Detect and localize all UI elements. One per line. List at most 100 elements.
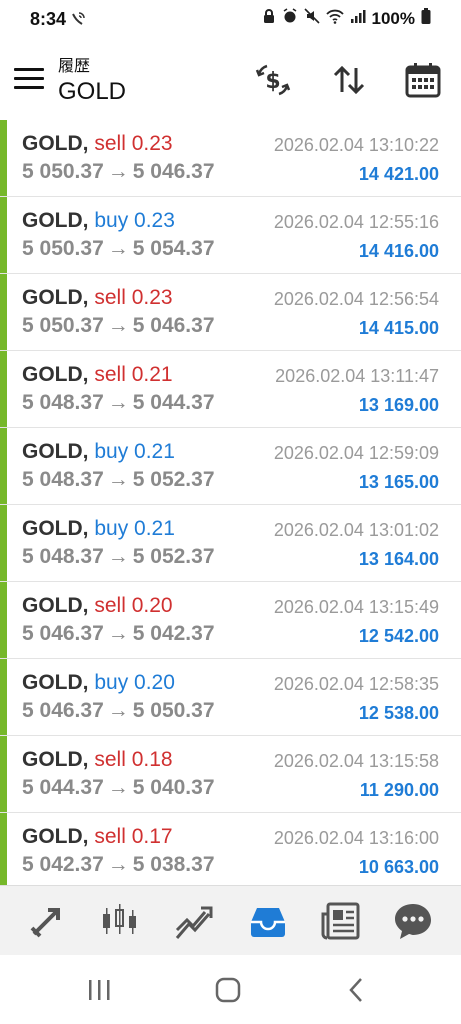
deal-title: GOLD, sell 0.20 — [22, 594, 173, 618]
deal-profit: 13 164.00 — [358, 549, 439, 569]
deal-symbol: GOLD, — [22, 132, 89, 155]
deal-row[interactable]: GOLD, buy 0.23 5 050.37 → 5 054.37 2026.02… — [0, 197, 461, 274]
deal-accent-bar — [0, 197, 7, 273]
quotes-icon — [30, 908, 60, 938]
deal-accent-bar — [0, 428, 7, 504]
deal-type: sell — [94, 286, 126, 309]
deal-profit: 10 663.00 — [358, 857, 439, 877]
deal-row[interactable]: GOLD, sell 0.23 5 050.37 → 5 046.37 2026.0… — [0, 120, 461, 197]
deal-close-price: 5 050.37 — [132, 699, 215, 722]
nav-trade[interactable] — [173, 900, 215, 942]
deal-accent-bar — [0, 582, 7, 658]
deal-time: 2026.02.04 12:59:09 — [273, 443, 439, 463]
deal-row[interactable]: GOLD, sell 0.20 5 046.37 → 5 042.37 2026.0… — [0, 582, 461, 659]
deal-prices: 5 048.37 → 5 052.37 — [22, 545, 215, 569]
status-time: 8:34 — [30, 9, 67, 29]
deal-profit: 14 415.00 — [358, 318, 439, 338]
deal-open-price: 5 048.37 — [22, 468, 104, 491]
lock-icon — [262, 8, 276, 29]
home-icon — [215, 977, 241, 1003]
recent-apps-button[interactable] — [84, 975, 114, 1005]
deal-volume: 0.23 — [134, 209, 175, 232]
price-arrow-icon: → — [107, 468, 129, 491]
deal-prices: 5 048.37 → 5 044.37 — [22, 391, 215, 415]
deal-close-price: 5 052.37 — [132, 545, 215, 568]
deal-row[interactable]: GOLD, buy 0.21 5 048.37 → 5 052.37 2026.02… — [0, 428, 461, 505]
deal-profit: 14 421.00 — [358, 164, 439, 184]
recent-apps-icon — [89, 980, 110, 1000]
deal-close-price: 5 054.37 — [132, 237, 215, 260]
menu-bar-line — [14, 68, 44, 71]
deal-volume: 0.23 — [131, 132, 173, 155]
deal-type: sell — [94, 594, 126, 617]
deal-profit: 13 169.00 — [358, 395, 439, 415]
deal-title: GOLD, buy 0.21 — [22, 440, 175, 464]
deal-row[interactable]: GOLD, buy 0.21 5 048.37 → 5 052.37 2026.02… — [0, 505, 461, 582]
nav-history[interactable] — [247, 900, 289, 942]
deal-row[interactable]: GOLD, sell 0.17 5 042.37 → 5 038.37 2026.0… — [0, 813, 461, 885]
bottom-nav — [0, 885, 461, 956]
deal-time: 2026.02.04 12:58:35 — [273, 674, 439, 694]
deal-title: GOLD, sell 0.21 — [22, 363, 173, 387]
deal-accent-bar — [0, 505, 7, 581]
deal-title: GOLD, buy 0.23 — [22, 209, 175, 233]
menu-button[interactable] — [14, 68, 44, 92]
mute-icon — [303, 8, 320, 29]
deposit-withdraw-button[interactable]: $ — [253, 60, 293, 100]
deal-time: 2026.02.04 13:15:58 — [273, 751, 439, 771]
sort-button[interactable] — [329, 60, 369, 100]
deal-history-list[interactable]: GOLD, sell 0.23 5 050.37 → 5 046.37 2026.0… — [0, 120, 461, 885]
calendar-icon — [405, 63, 441, 98]
nav-news[interactable] — [320, 900, 362, 942]
deal-prices: 5 042.37 → 5 038.37 — [22, 853, 215, 877]
page-title[interactable]: GOLD — [58, 78, 126, 106]
alarm-icon — [282, 8, 298, 29]
deal-symbol: GOLD, — [22, 825, 89, 848]
deal-title: GOLD, buy 0.20 — [22, 671, 175, 695]
deal-profit: 13 165.00 — [358, 472, 439, 492]
deal-close-price: 5 040.37 — [132, 776, 215, 799]
deal-symbol: GOLD, — [22, 517, 89, 540]
app-header: 履歴 GOLD $ — [0, 38, 461, 118]
deal-accent-bar — [0, 274, 7, 350]
battery-icon — [421, 8, 431, 29]
sort-arrows-icon — [333, 65, 365, 95]
deal-volume: 0.21 — [134, 517, 175, 540]
price-arrow-icon: → — [107, 699, 129, 722]
deal-symbol: GOLD, — [22, 286, 89, 309]
deal-volume: 0.18 — [131, 748, 173, 771]
deal-profit: 11 290.00 — [359, 780, 439, 800]
calendar-button[interactable] — [403, 60, 443, 100]
deal-volume: 0.23 — [131, 286, 173, 309]
deal-prices: 5 050.37 → 5 046.37 — [22, 160, 215, 184]
deal-row[interactable]: GOLD, sell 0.21 5 048.37 → 5 044.37 2026.0… — [0, 351, 461, 428]
deal-type: buy — [94, 517, 129, 540]
price-arrow-icon: → — [107, 622, 129, 645]
deal-accent-bar — [0, 120, 7, 196]
deal-row[interactable]: GOLD, buy 0.20 5 046.37 → 5 050.37 2026.02… — [0, 659, 461, 736]
wifi-icon — [325, 8, 344, 29]
nav-chart[interactable] — [99, 900, 141, 942]
deal-row[interactable]: GOLD, sell 0.23 5 050.37 → 5 046.37 2026.0… — [0, 274, 461, 351]
battery-level: 100% — [371, 8, 415, 28]
deal-time: 2026.02.04 13:01:02 — [273, 520, 439, 540]
page-subtitle: 履歴 — [58, 58, 91, 75]
price-arrow-icon: → — [107, 391, 129, 414]
nav-quotes[interactable] — [26, 900, 68, 942]
signal-icon — [350, 8, 366, 29]
deal-row[interactable]: GOLD, sell 0.18 5 044.37 → 5 040.37 2026.0… — [0, 736, 461, 813]
nav-chat[interactable] — [392, 900, 434, 942]
deal-title: GOLD, buy 0.21 — [22, 517, 175, 541]
home-button[interactable] — [213, 975, 243, 1005]
deal-volume: 0.17 — [131, 825, 173, 848]
deal-open-price: 5 042.37 — [22, 853, 104, 876]
deal-prices: 5 044.37 → 5 040.37 — [22, 776, 215, 800]
wifi-calling-icon — [70, 11, 86, 32]
deal-type: sell — [94, 825, 126, 848]
deal-open-price: 5 046.37 — [22, 622, 104, 645]
menu-bar-line — [14, 77, 44, 80]
deal-type: sell — [94, 132, 126, 155]
back-button[interactable] — [342, 975, 372, 1005]
deal-type: buy — [94, 209, 129, 232]
price-arrow-icon: → — [107, 160, 129, 183]
